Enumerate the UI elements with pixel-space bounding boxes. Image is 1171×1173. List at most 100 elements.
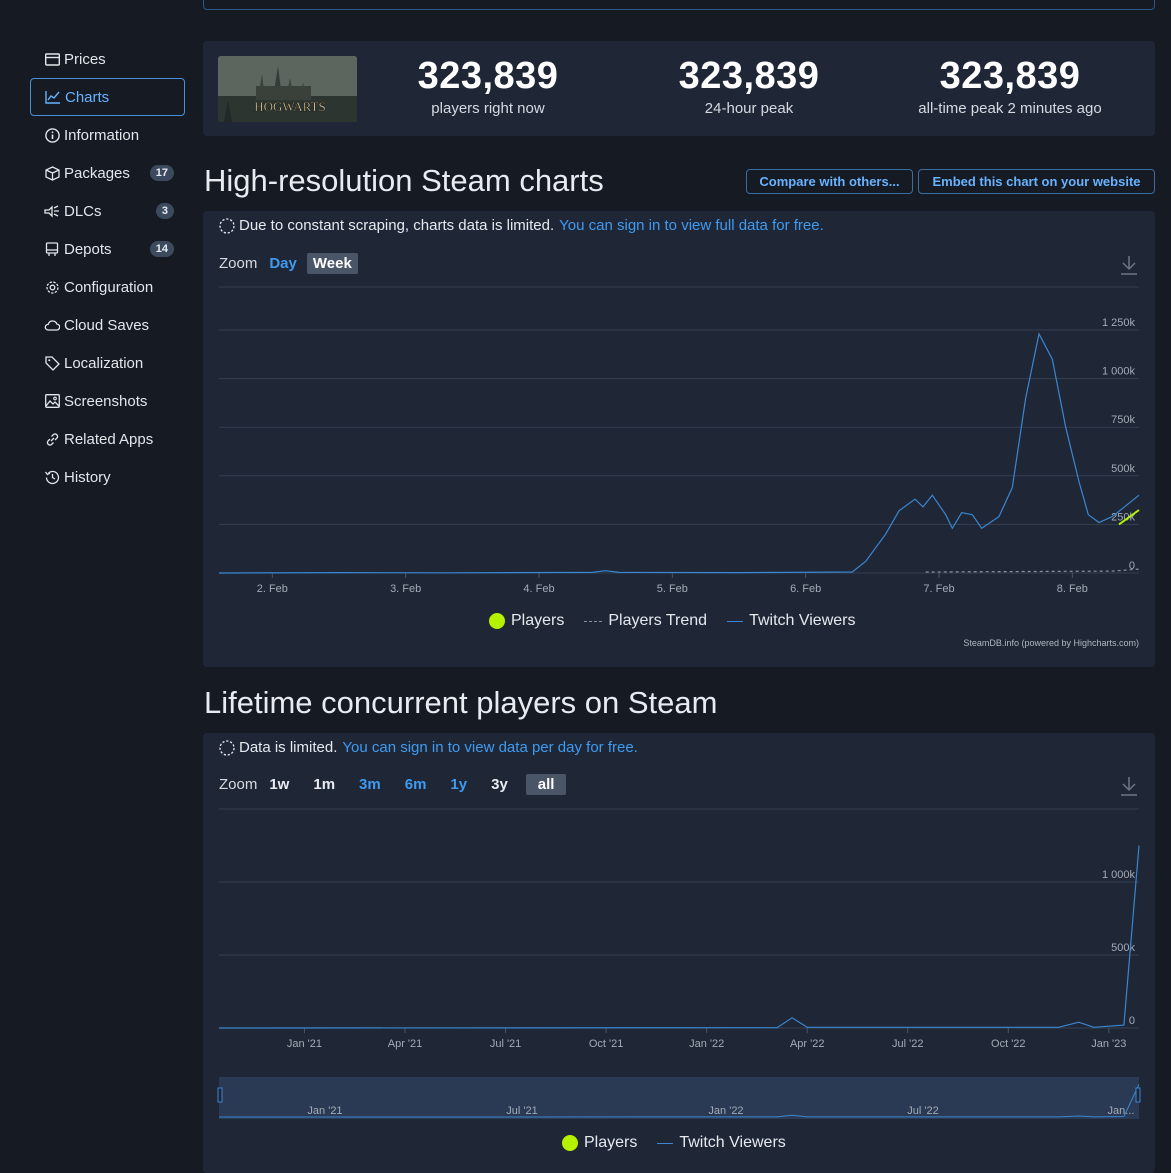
- zoom-label: Zoom: [219, 255, 258, 272]
- lifetime-chart-title: Lifetime concurrent players on Steam: [204, 685, 718, 720]
- sidebar-item-history[interactable]: History: [30, 458, 185, 496]
- dashed-line-icon: [584, 620, 603, 622]
- players-now-value: 323,839: [417, 55, 559, 97]
- zoom-all-button[interactable]: all: [525, 774, 567, 795]
- zoom-week-button[interactable]: Week: [306, 253, 358, 274]
- lifetime-chart[interactable]: 1 000k 500k 0 Jan '21 Apr '21 Jul '21 Oct '21 J…: [203, 803, 1155, 1123]
- dashed-circle-icon: [219, 739, 235, 756]
- navigator-left-handle: [217, 1087, 223, 1103]
- legend-label: Players Trend: [608, 612, 708, 629]
- zoom-1y-button[interactable]: 1y: [444, 774, 473, 795]
- hires-notice: Due to constant scraping, charts data is…: [219, 217, 824, 234]
- notice-text: Due to constant scraping, charts data is…: [239, 217, 555, 234]
- link-icon: [44, 431, 60, 447]
- sidebar-item-depots[interactable]: Depots 14: [30, 230, 185, 268]
- sign-in-link[interactable]: You can sign in to view data per day for…: [342, 739, 637, 756]
- hires-chart-title: High-resolution Steam charts: [204, 163, 604, 198]
- zoom-3m-button[interactable]: 3m: [353, 774, 387, 795]
- zoom-1w-button[interactable]: 1w: [263, 774, 295, 795]
- sidebar-item-dlcs[interactable]: DLCs 3: [30, 192, 185, 230]
- x-tick-label: Apr '22: [790, 1038, 825, 1050]
- sidebar-item-label: Packages: [64, 164, 130, 182]
- compare-button[interactable]: Compare with others...: [746, 169, 913, 194]
- hires-legend: Players Players Trend Twitch Viewers: [489, 612, 875, 630]
- legend-label: Twitch Viewers: [679, 1134, 786, 1151]
- legend-players[interactable]: Players: [562, 1134, 637, 1152]
- x-tick-label: 8. Feb: [1057, 583, 1088, 595]
- hires-chart[interactable]: 1 250k1 000k750k500k250k02. Feb 3. Feb 4. …: [203, 281, 1155, 601]
- x-tick-label: 7. Feb: [923, 583, 954, 595]
- legend-twitch[interactable]: Twitch Viewers: [657, 1134, 786, 1152]
- zoom-1m-button[interactable]: 1m: [307, 774, 341, 795]
- player-stats-panel: HOGWARTS 323,839 players right now 323,8…: [203, 41, 1155, 136]
- x-tick-label: Jul '22: [892, 1038, 923, 1050]
- legend-label: Players: [584, 1134, 638, 1151]
- x-tick-label: Jan '22: [689, 1038, 724, 1050]
- legend-trend[interactable]: Players Trend: [584, 612, 707, 630]
- peak-all-value: 323,839: [939, 55, 1081, 97]
- sidebar-item-label: History: [64, 468, 111, 486]
- lifetime-notice: Data is limited. You can sign in to view…: [219, 739, 638, 756]
- lifetime-chart-panel: Data is limited. You can sign in to view…: [203, 733, 1155, 1173]
- sidebar-item-charts[interactable]: Charts: [30, 78, 185, 116]
- sidebar-item-label: Localization: [64, 354, 144, 372]
- y-tick-label: 500k: [1111, 463, 1135, 475]
- navigator-label: Jan...: [1108, 1105, 1135, 1117]
- sidebar-item-label: Screenshots: [64, 392, 148, 410]
- count-badge: 14: [149, 241, 174, 257]
- top-search-box: [203, 0, 1155, 10]
- y-tick-label: 500k: [1111, 942, 1135, 954]
- peak-24h-stat: 323,839 24-hour peak: [629, 53, 869, 117]
- y-tick-label: 1 000k: [1102, 869, 1136, 881]
- players-now-stat: 323,839 players right now: [368, 53, 608, 117]
- sign-in-link[interactable]: You can sign in to view full data for fr…: [559, 217, 824, 234]
- solid-line-icon: [657, 1142, 674, 1144]
- y-tick-label: 750k: [1111, 414, 1135, 426]
- players-dot-icon: [489, 613, 505, 629]
- notice-text: Data is limited.: [239, 739, 338, 756]
- lifetime-legend: Players Twitch Viewers: [562, 1134, 806, 1152]
- download-icon[interactable]: [1120, 776, 1138, 801]
- players-dot-icon: [562, 1135, 578, 1151]
- series-line-players-trend: [925, 568, 1140, 573]
- legend-twitch[interactable]: Twitch Viewers: [727, 612, 855, 630]
- line-chart-icon: [45, 89, 61, 105]
- x-tick-label: 6. Feb: [790, 583, 821, 595]
- x-tick-label: 2. Feb: [257, 583, 288, 595]
- sidebar-item-screenshots[interactable]: Screenshots: [30, 382, 185, 420]
- x-tick-label: Apr '21: [388, 1038, 423, 1050]
- sidebar-item-label: Prices: [64, 50, 106, 68]
- game-header-image[interactable]: HOGWARTS: [218, 56, 357, 122]
- x-tick-label: Oct '22: [991, 1038, 1026, 1050]
- sidebar-item-label: Cloud Saves: [64, 316, 150, 334]
- legend-players[interactable]: Players: [489, 612, 564, 630]
- sidebar-item-cloud-saves[interactable]: Cloud Saves: [30, 306, 185, 344]
- sidebar-item-prices[interactable]: Prices: [30, 40, 185, 78]
- navigator-label: Jan '21: [307, 1105, 342, 1117]
- y-tick-label: 1 250k: [1102, 317, 1136, 329]
- sidebar-item-configuration[interactable]: Configuration: [30, 268, 185, 306]
- zoom-6m-button[interactable]: 6m: [399, 774, 433, 795]
- sidebar-item-localization[interactable]: Localization: [30, 344, 185, 382]
- embed-chart-button[interactable]: Embed this chart on your website: [918, 169, 1155, 194]
- chart-credit[interactable]: SteamDB.info (powered by Highcharts.com): [963, 638, 1139, 648]
- zoom-day-button[interactable]: Day: [263, 253, 303, 274]
- navigator-right-handle: [1135, 1087, 1141, 1103]
- image-icon: [44, 393, 60, 409]
- sidebar-item-information[interactable]: Information: [30, 116, 185, 154]
- x-tick-label: 3. Feb: [390, 583, 421, 595]
- x-tick-label: Jan '23: [1091, 1038, 1126, 1050]
- y-tick-label: 0: [1129, 1015, 1135, 1027]
- info-icon: [44, 127, 60, 143]
- hires-chart-panel: Due to constant scraping, charts data is…: [203, 211, 1155, 667]
- tag-icon: [44, 355, 60, 371]
- download-icon[interactable]: [1120, 255, 1138, 280]
- sidebar-item-label: Related Apps: [64, 430, 154, 448]
- cloud-icon: [44, 317, 60, 333]
- sidebar-item-related-apps[interactable]: Related Apps: [30, 420, 185, 458]
- x-tick-label: Jul '21: [490, 1038, 521, 1050]
- zoom-3y-button[interactable]: 3y: [485, 774, 514, 795]
- sidebar-item-packages[interactable]: Packages 17: [30, 154, 185, 192]
- gear-icon: [44, 279, 60, 295]
- solid-line-icon: [727, 620, 744, 622]
